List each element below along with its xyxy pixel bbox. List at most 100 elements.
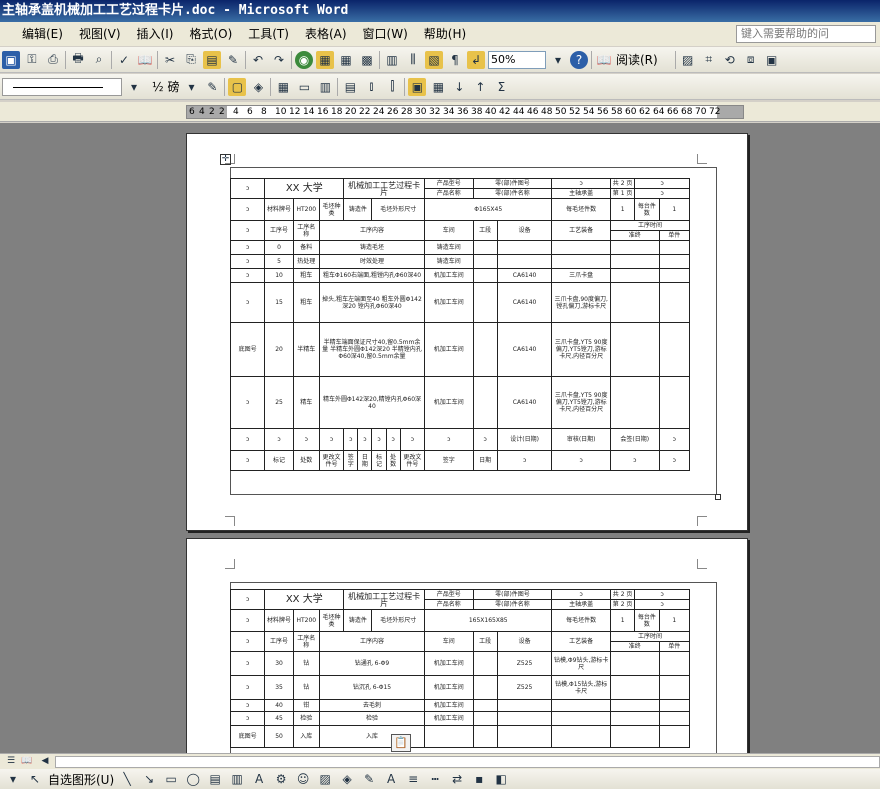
- cast-cell[interactable]: 铸造件: [343, 609, 373, 632]
- op-prep[interactable]: [610, 268, 660, 283]
- op-unit[interactable]: [658, 699, 690, 712]
- blank-cell[interactable]: ↄ: [551, 589, 611, 600]
- zoom-select[interactable]: 50%: [488, 50, 546, 69]
- change-doc-cell[interactable]: 更改文件号: [399, 450, 426, 471]
- op-section[interactable]: [472, 240, 498, 255]
- crop-icon[interactable]: ⌗: [700, 51, 718, 69]
- blank-cell[interactable]: ↄ: [634, 178, 690, 189]
- op-no[interactable]: 20: [264, 322, 294, 377]
- header-content[interactable]: 工序内容: [318, 631, 426, 652]
- distribute-columns-icon[interactable]: ⫿: [383, 78, 401, 96]
- op-prep[interactable]: [610, 322, 660, 377]
- pieces-blank-value[interactable]: 1: [609, 609, 636, 632]
- date-cell[interactable]: 日期: [472, 450, 498, 471]
- card-title-cell[interactable]: 机械加工工艺过程卡片: [343, 178, 426, 199]
- paste-icon[interactable]: ▤: [203, 50, 221, 69]
- header-no[interactable]: 工序号: [264, 220, 294, 241]
- click-type-icon[interactable]: ↲: [467, 50, 485, 69]
- blank-cell[interactable]: ↄ: [229, 631, 266, 652]
- table-autoformat-icon[interactable]: ▣: [408, 77, 427, 96]
- op-section[interactable]: [472, 322, 498, 377]
- menu-help[interactable]: 帮助(H): [416, 22, 474, 46]
- op-tooling[interactable]: 三爪卡盘,YT5 90度偏刀,YT5镗刀,游标卡尺,内径百分尺: [551, 322, 611, 377]
- zoom-dropdown-icon[interactable]: ▾: [549, 51, 567, 69]
- mark-cell[interactable]: 标记: [264, 450, 294, 471]
- op-content[interactable]: 铸造毛坯: [318, 240, 426, 255]
- op-unit[interactable]: [658, 254, 690, 269]
- horizontal-scrollbar[interactable]: ☰ 📖 ◀: [0, 753, 880, 769]
- pieces-unit-value[interactable]: 1: [658, 609, 690, 632]
- reading-layout-icon[interactable]: 📖: [18, 754, 36, 768]
- blank-cell[interactable]: ↄ: [424, 428, 474, 451]
- count-cell[interactable]: 处数: [385, 450, 401, 471]
- show-hide-icon[interactable]: ¶: [446, 51, 464, 69]
- op-section[interactable]: [472, 699, 498, 712]
- blank-cell[interactable]: ↄ: [658, 428, 690, 451]
- blank-type-cell[interactable]: 毛坯种类: [318, 609, 345, 632]
- op-unit[interactable]: [658, 651, 690, 676]
- blank-cell[interactable]: ↄ: [551, 450, 611, 471]
- read-icon[interactable]: 📖: [595, 51, 613, 69]
- print-preview-icon[interactable]: ⎙: [44, 51, 62, 69]
- blank-cell[interactable]: ↄ: [371, 428, 387, 451]
- op-shop[interactable]: 机加工车间: [424, 711, 474, 726]
- blank-cell[interactable]: ↄ: [229, 450, 266, 471]
- op-prep[interactable]: [610, 376, 660, 429]
- menu-edit[interactable]: 编辑(E): [14, 22, 71, 46]
- menu-tools[interactable]: 工具(T): [240, 22, 297, 46]
- op-no[interactable]: 35: [264, 675, 294, 700]
- part-no-cell[interactable]: 零(部)件图号: [472, 589, 553, 600]
- rotate-icon[interactable]: ⟲: [721, 51, 739, 69]
- change-doc-cell[interactable]: 更改文件号: [318, 450, 345, 471]
- autoshapes-button[interactable]: 自选图形(U): [48, 771, 114, 788]
- header-prep[interactable]: 准终: [610, 230, 660, 241]
- header-prep[interactable]: 准终: [610, 641, 660, 652]
- product-type-cell[interactable]: 产品型号: [424, 178, 474, 189]
- op-tooling[interactable]: 钻模,Φ9钻头,游标卡尺: [551, 651, 611, 676]
- op-section[interactable]: [472, 725, 498, 748]
- line-style-icon[interactable]: ≡: [404, 770, 422, 788]
- menu-format[interactable]: 格式(O): [181, 22, 240, 46]
- op-content[interactable]: 掉头,粗车左端面至40 粗车外圆Φ142深20 镗内孔Φ60深40: [318, 282, 426, 323]
- op-unit[interactable]: [658, 240, 690, 255]
- op-tooling[interactable]: [551, 711, 611, 726]
- select-objects-icon[interactable]: ↖: [26, 770, 44, 788]
- op-shop[interactable]: [424, 725, 474, 748]
- op-shop[interactable]: 机加工车间: [424, 282, 474, 323]
- header-time[interactable]: 工序时间: [610, 220, 690, 231]
- op-name[interactable]: 钻: [292, 675, 320, 700]
- op-no[interactable]: 10: [264, 268, 294, 283]
- cast-cell[interactable]: 铸造件: [343, 198, 373, 221]
- op-tooling[interactable]: 钻模,Φ15钻头,游标卡尺: [551, 675, 611, 700]
- op-unit[interactable]: [658, 322, 690, 377]
- op-prep[interactable]: [610, 651, 660, 676]
- border-color-icon[interactable]: ✎: [203, 78, 221, 96]
- blank-dim-cell[interactable]: Φ165X45: [424, 198, 553, 221]
- part-name-cell[interactable]: 零(部)件名称: [472, 188, 553, 199]
- header-section[interactable]: 工段: [472, 220, 498, 241]
- menu-insert[interactable]: 插入(I): [129, 22, 182, 46]
- header-section[interactable]: 工段: [472, 631, 498, 652]
- op-content[interactable]: 粗车Φ160右端面,粗镗内孔Φ60深40: [318, 268, 426, 283]
- blank-size-cell[interactable]: 毛坯外形尺寸: [371, 609, 426, 632]
- product-name-cell[interactable]: 产品名称: [424, 599, 474, 610]
- header-tooling[interactable]: 工艺装备: [551, 220, 611, 241]
- blank-cell[interactable]: ↄ: [318, 428, 345, 451]
- op-section[interactable]: [472, 651, 498, 676]
- op-shop[interactable]: 机加工车间: [424, 268, 474, 283]
- draw-menu-icon[interactable]: ▾: [4, 770, 22, 788]
- show-gridlines-icon[interactable]: ▦: [429, 78, 447, 96]
- op-prep[interactable]: [610, 254, 660, 269]
- review-cell[interactable]: 审核(日期): [551, 428, 611, 451]
- op-shop[interactable]: 铸造车间: [424, 254, 474, 269]
- material-no-cell[interactable]: 材料牌号: [264, 198, 294, 221]
- header-name[interactable]: 工序名称: [292, 220, 320, 241]
- blank-cell[interactable]: ↄ: [399, 428, 426, 451]
- count-cell[interactable]: 处数: [292, 450, 320, 471]
- left-margin-cell[interactable]: ↄ: [229, 376, 266, 429]
- op-name[interactable]: 钻: [292, 651, 320, 676]
- picture-icon[interactable]: ▨: [316, 770, 334, 788]
- header-unit[interactable]: 单件: [658, 641, 690, 652]
- op-content[interactable]: 钻通孔 6-Φ9: [318, 651, 426, 676]
- material-cell[interactable]: HT200: [292, 198, 320, 221]
